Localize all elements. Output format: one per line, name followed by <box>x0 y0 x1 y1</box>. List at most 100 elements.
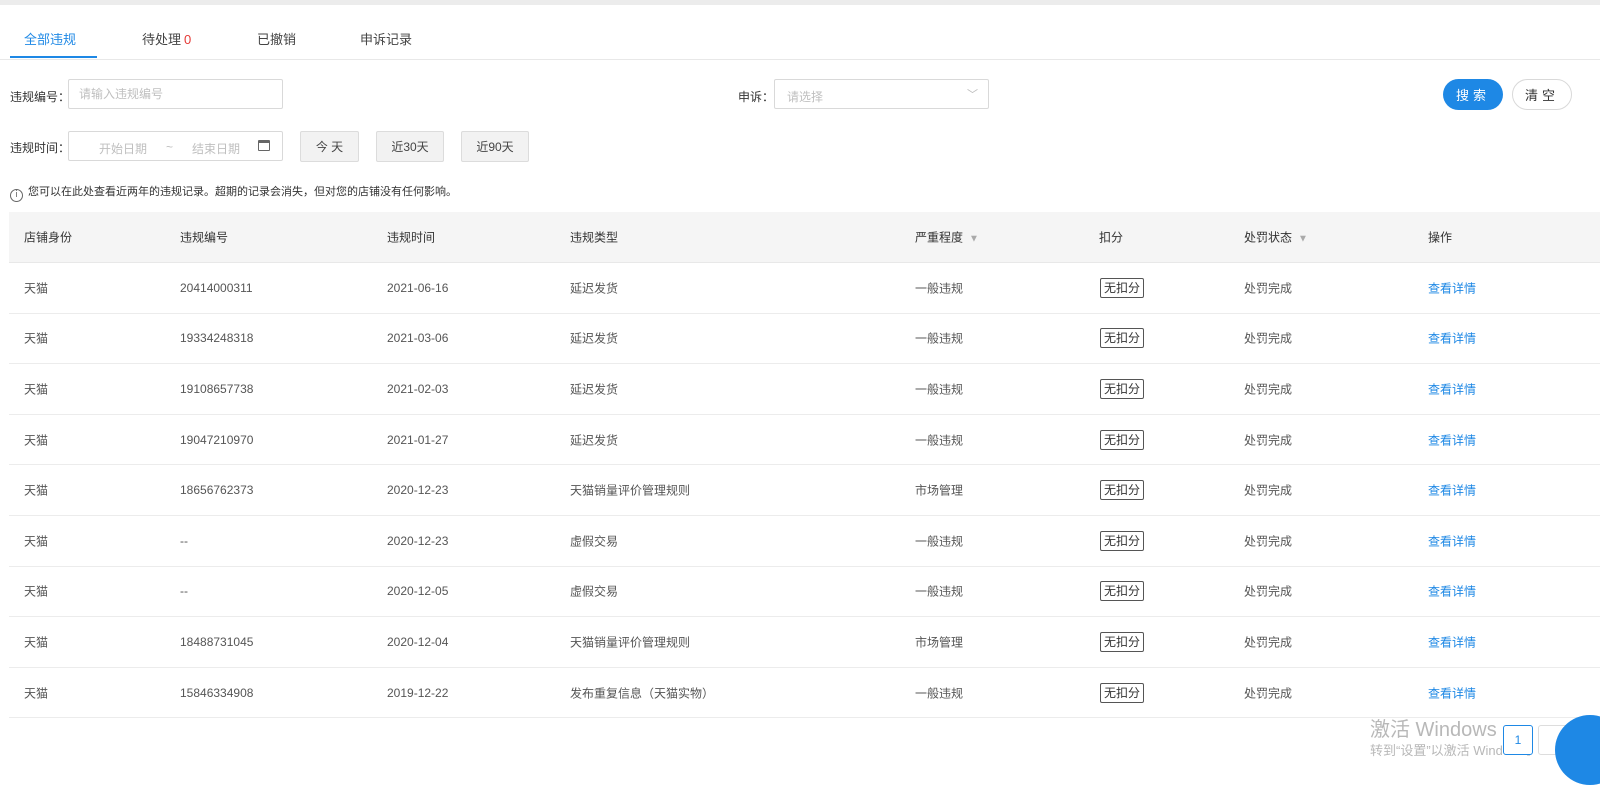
view-details-link[interactable]: 查看详情 <box>1428 380 1476 397</box>
view-details-link[interactable]: 查看详情 <box>1428 583 1476 600</box>
cell-severity: 一般违规 <box>915 534 964 549</box>
view-details-link[interactable]: 查看详情 <box>1428 482 1476 499</box>
cell-shop: 天猫 <box>24 483 49 498</box>
cell-violation-type: 天猫销量评价管理规则 <box>570 635 691 650</box>
table-row: 天猫 20414000311 2021-06-16 延迟发货 一般违规 无扣分 处罚完成 查看… <box>9 263 1600 314</box>
cell-violation-type: 天猫销量评价管理规则 <box>570 483 691 498</box>
view-details-link[interactable]: 查看详情 <box>1428 532 1476 549</box>
cell-shop: 天猫 <box>24 331 49 346</box>
cell-status: 处罚完成 <box>1244 382 1293 397</box>
quick-30-days-button[interactable]: 近30天 <box>376 131 444 162</box>
active-tab-indicator <box>10 56 97 58</box>
cell-violation-no: 18488731045 <box>180 634 254 649</box>
calendar-icon <box>258 140 270 151</box>
pagination-page-1[interactable]: 1 <box>1503 725 1533 755</box>
header-action: 操作 <box>1428 230 1453 245</box>
cell-violation-no: 19108657738 <box>180 381 254 396</box>
cell-severity: 一般违规 <box>915 686 964 701</box>
points-tag: 无扣分 <box>1100 480 1145 501</box>
tab-appeal-records[interactable]: 申诉记录 <box>360 29 412 48</box>
header-violation-type: 违规类型 <box>570 230 619 245</box>
cell-severity: 一般违规 <box>915 382 964 397</box>
cell-violation-time: 2021-02-03 <box>387 381 449 396</box>
table-row: 天猫 -- 2020-12-05 虚假交易 一般违规 无扣分 处罚完成 查看详情 <box>9 567 1600 618</box>
cell-violation-time: 2021-03-06 <box>387 331 449 346</box>
chevron-down-icon: ﹀ <box>967 89 978 101</box>
cell-violation-no: 19334248318 <box>180 331 254 346</box>
cell-shop: 天猫 <box>24 686 49 701</box>
tab-pending[interactable]: 待处理 0 <box>142 29 191 48</box>
header-severity-label: 严重程度 <box>915 230 964 245</box>
cell-status: 处罚完成 <box>1244 433 1293 448</box>
cell-violation-time: 2021-06-16 <box>387 280 449 295</box>
view-details-link[interactable]: 查看详情 <box>1428 330 1476 347</box>
points-tag: 无扣分 <box>1100 631 1145 652</box>
cell-shop: 天猫 <box>24 584 49 599</box>
appeal-select[interactable]: 请选择 ﹀ <box>774 79 989 109</box>
view-details-link[interactable]: 查看详情 <box>1428 431 1476 448</box>
cell-shop: 天猫 <box>24 281 49 296</box>
end-date-placeholder: 结束日期 <box>192 142 241 156</box>
table-row: 天猫 19047210970 2021-01-27 延迟发货 一般违规 无扣分 处罚完成 查看… <box>9 415 1600 466</box>
quick-today-button[interactable]: 今 天 <box>300 131 359 162</box>
cell-status: 处罚完成 <box>1244 635 1293 650</box>
view-details-link[interactable]: 查看详情 <box>1428 633 1476 650</box>
tab-pending-label: 待处理 <box>142 32 182 47</box>
table-row: 天猫 18656762373 2020-12-23 天猫销量评价管理规则 市场管理 无扣分… <box>9 465 1600 516</box>
cell-severity: 市场管理 <box>915 635 964 650</box>
violation-time-label: 违规时间： <box>10 141 71 155</box>
cell-violation-no: 15846334908 <box>180 685 254 700</box>
violation-no-label: 违规编号： <box>10 90 71 104</box>
cell-violation-time: 2020-12-04 <box>387 634 449 649</box>
cell-violation-no: 18656762373 <box>180 483 254 498</box>
activation-watermark-title: 激活 Windows <box>1370 719 1497 741</box>
cell-severity: 市场管理 <box>915 483 964 498</box>
view-details-link[interactable]: 查看详情 <box>1428 279 1476 296</box>
search-button[interactable]: 搜索 <box>1443 79 1503 110</box>
header-status-label: 处罚状态 <box>1244 230 1293 245</box>
cell-violation-no: 19047210970 <box>180 432 254 447</box>
points-tag: 无扣分 <box>1100 429 1145 450</box>
filter-icon[interactable]: ▼ <box>969 234 979 245</box>
start-date-placeholder: 开始日期 <box>99 142 148 156</box>
points-tag: 无扣分 <box>1100 328 1145 349</box>
cell-shop: 天猫 <box>24 433 49 448</box>
tab-bar: 全部违规 待处理 0 已撤销 申诉记录 <box>0 5 1600 60</box>
cell-severity: 一般违规 <box>915 433 964 448</box>
cell-shop: 天猫 <box>24 382 49 397</box>
cell-severity: 一般违规 <box>915 281 964 296</box>
cell-status: 处罚完成 <box>1244 483 1293 498</box>
points-tag: 无扣分 <box>1100 378 1145 399</box>
view-details-link[interactable]: 查看详情 <box>1428 684 1476 701</box>
cell-violation-no: -- <box>180 584 188 599</box>
cell-shop: 天猫 <box>24 534 49 549</box>
cell-status: 处罚完成 <box>1244 534 1293 549</box>
clear-button[interactable]: 清空 <box>1512 79 1572 110</box>
date-range-picker[interactable]: 开始日期 ~ 结束日期 <box>68 131 283 161</box>
cell-violation-no: -- <box>180 533 188 548</box>
notice-text: 您可以在此处查看近两年的违规记录。超期的记录会消失，但对您的店铺没有任何影响。 <box>28 186 457 198</box>
table-row: 天猫 15846334908 2019-12-22 发布重复信息（天猫实物） 一般违规 无… <box>9 668 1600 719</box>
header-violation-time: 违规时间 <box>387 230 436 245</box>
filter-icon[interactable]: ▼ <box>1298 234 1308 245</box>
points-tag: 无扣分 <box>1100 277 1145 298</box>
header-violation-no: 违规编号 <box>180 230 229 245</box>
cell-violation-type: 虚假交易 <box>570 584 619 599</box>
violation-no-input[interactable] <box>68 79 283 109</box>
tab-all-violations[interactable]: 全部违规 <box>24 29 76 48</box>
table-body: 天猫 20414000311 2021-06-16 延迟发货 一般违规 无扣分 处罚完成 查看… <box>9 263 1600 719</box>
cell-violation-time: 2020-12-05 <box>387 584 449 599</box>
records-notice: i 您可以在此处查看近两年的违规记录。超期的记录会消失，但对您的店铺没有任何影响。 <box>10 183 457 202</box>
header-points: 扣分 <box>1099 230 1124 245</box>
appeal-select-placeholder: 请选择 <box>787 90 824 104</box>
table-row: 天猫 19334248318 2021-03-06 延迟发货 一般违规 无扣分 处罚完成 查看… <box>9 314 1600 365</box>
violations-table: 店铺身份 违规编号 违规时间 违规类型 严重程度 ▼ 扣分 处罚状态 ▼ 操作 天猫… <box>9 212 1600 719</box>
cell-violation-no: 20414000311 <box>180 280 253 295</box>
range-separator: ~ <box>166 140 174 154</box>
tab-revoked[interactable]: 已撤销 <box>257 29 296 48</box>
quick-90-days-button[interactable]: 近90天 <box>461 131 529 162</box>
header-shop: 店铺身份 <box>24 230 73 245</box>
info-icon: i <box>10 189 23 202</box>
pending-count-badge: 0 <box>184 32 192 47</box>
cell-status: 处罚完成 <box>1244 281 1293 296</box>
